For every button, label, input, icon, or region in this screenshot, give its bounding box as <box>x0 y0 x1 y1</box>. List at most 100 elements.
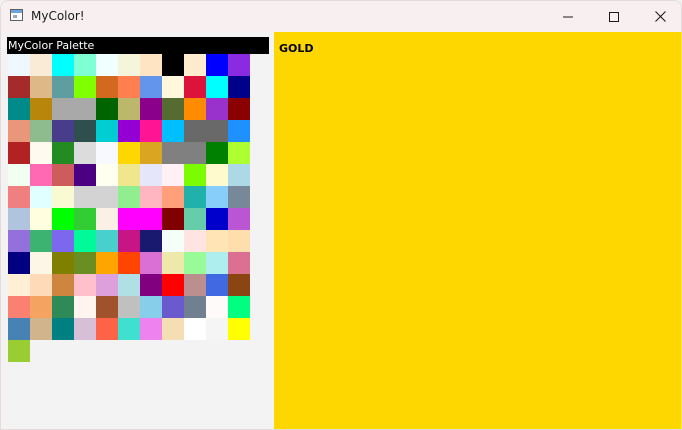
color-swatch[interactable] <box>118 296 140 318</box>
color-swatch[interactable] <box>52 76 74 98</box>
color-swatch[interactable] <box>96 54 118 76</box>
color-swatch[interactable] <box>118 208 140 230</box>
color-swatch[interactable] <box>162 54 184 76</box>
color-swatch[interactable] <box>184 186 206 208</box>
color-swatch[interactable] <box>140 252 162 274</box>
color-swatch[interactable] <box>228 54 250 76</box>
color-swatch[interactable] <box>162 208 184 230</box>
color-swatch[interactable] <box>8 98 30 120</box>
color-swatch[interactable] <box>206 142 228 164</box>
color-swatch[interactable] <box>118 142 140 164</box>
color-swatch[interactable] <box>206 76 228 98</box>
color-swatch[interactable] <box>8 142 30 164</box>
color-swatch[interactable] <box>30 252 52 274</box>
color-swatch[interactable] <box>206 120 228 142</box>
color-swatch[interactable] <box>162 186 184 208</box>
color-swatch[interactable] <box>52 296 74 318</box>
color-swatch[interactable] <box>162 120 184 142</box>
color-swatch[interactable] <box>162 142 184 164</box>
color-swatch[interactable] <box>184 120 206 142</box>
color-swatch[interactable] <box>206 98 228 120</box>
color-swatch[interactable] <box>52 186 74 208</box>
color-swatch[interactable] <box>162 98 184 120</box>
color-swatch[interactable] <box>184 76 206 98</box>
color-swatch[interactable] <box>118 274 140 296</box>
color-swatch[interactable] <box>96 252 118 274</box>
color-swatch[interactable] <box>228 208 250 230</box>
color-swatch[interactable] <box>96 120 118 142</box>
color-swatch[interactable] <box>8 318 30 340</box>
color-swatch[interactable] <box>162 230 184 252</box>
color-swatch[interactable] <box>228 318 250 340</box>
color-swatch[interactable] <box>30 208 52 230</box>
color-swatch[interactable] <box>184 230 206 252</box>
color-swatch[interactable] <box>52 142 74 164</box>
color-swatch[interactable] <box>30 164 52 186</box>
color-swatch[interactable] <box>74 98 96 120</box>
color-swatch[interactable] <box>140 296 162 318</box>
color-swatch[interactable] <box>52 54 74 76</box>
color-swatch[interactable] <box>8 164 30 186</box>
color-swatch[interactable] <box>140 164 162 186</box>
color-swatch[interactable] <box>8 274 30 296</box>
color-swatch[interactable] <box>140 142 162 164</box>
minimize-button[interactable] <box>545 1 591 32</box>
color-swatch[interactable] <box>184 318 206 340</box>
color-swatch[interactable] <box>118 98 140 120</box>
color-swatch[interactable] <box>184 142 206 164</box>
color-swatch[interactable] <box>8 252 30 274</box>
color-swatch[interactable] <box>52 120 74 142</box>
color-swatch[interactable] <box>74 252 96 274</box>
color-swatch[interactable] <box>140 186 162 208</box>
color-swatch[interactable] <box>30 186 52 208</box>
color-swatch[interactable] <box>118 186 140 208</box>
color-swatch[interactable] <box>30 142 52 164</box>
color-swatch[interactable] <box>30 274 52 296</box>
color-swatch[interactable] <box>8 230 30 252</box>
color-swatch[interactable] <box>184 54 206 76</box>
color-swatch[interactable] <box>118 252 140 274</box>
color-swatch[interactable] <box>52 318 74 340</box>
color-swatch[interactable] <box>206 164 228 186</box>
color-swatch[interactable] <box>206 208 228 230</box>
color-swatch[interactable] <box>228 230 250 252</box>
color-swatch[interactable] <box>140 274 162 296</box>
color-swatch[interactable] <box>74 76 96 98</box>
color-swatch[interactable] <box>30 318 52 340</box>
color-swatch[interactable] <box>184 164 206 186</box>
color-swatch[interactable] <box>8 186 30 208</box>
color-swatch[interactable] <box>52 274 74 296</box>
color-swatch[interactable] <box>228 76 250 98</box>
color-swatch[interactable] <box>206 54 228 76</box>
color-swatch[interactable] <box>162 296 184 318</box>
color-swatch[interactable] <box>30 120 52 142</box>
color-swatch[interactable] <box>96 230 118 252</box>
color-swatch[interactable] <box>228 164 250 186</box>
color-swatch[interactable] <box>96 186 118 208</box>
color-swatch[interactable] <box>8 76 30 98</box>
color-swatch[interactable] <box>206 274 228 296</box>
color-swatch[interactable] <box>30 230 52 252</box>
color-swatch[interactable] <box>228 274 250 296</box>
color-swatch[interactable] <box>118 76 140 98</box>
color-swatch[interactable] <box>228 98 250 120</box>
color-swatch[interactable] <box>8 54 30 76</box>
color-swatch[interactable] <box>206 252 228 274</box>
color-swatch[interactable] <box>30 98 52 120</box>
color-swatch[interactable] <box>206 186 228 208</box>
color-swatch[interactable] <box>74 142 96 164</box>
color-swatch[interactable] <box>52 252 74 274</box>
title-bar[interactable]: MyColor! <box>1 1 681 32</box>
color-swatch[interactable] <box>8 208 30 230</box>
color-swatch[interactable] <box>96 274 118 296</box>
color-swatch[interactable] <box>162 318 184 340</box>
color-swatch[interactable] <box>206 296 228 318</box>
color-swatch[interactable] <box>140 230 162 252</box>
color-swatch[interactable] <box>184 252 206 274</box>
color-swatch[interactable] <box>8 296 30 318</box>
color-swatch[interactable] <box>118 230 140 252</box>
color-swatch[interactable] <box>8 120 30 142</box>
color-swatch[interactable] <box>74 296 96 318</box>
color-swatch[interactable] <box>74 274 96 296</box>
color-swatch[interactable] <box>228 186 250 208</box>
